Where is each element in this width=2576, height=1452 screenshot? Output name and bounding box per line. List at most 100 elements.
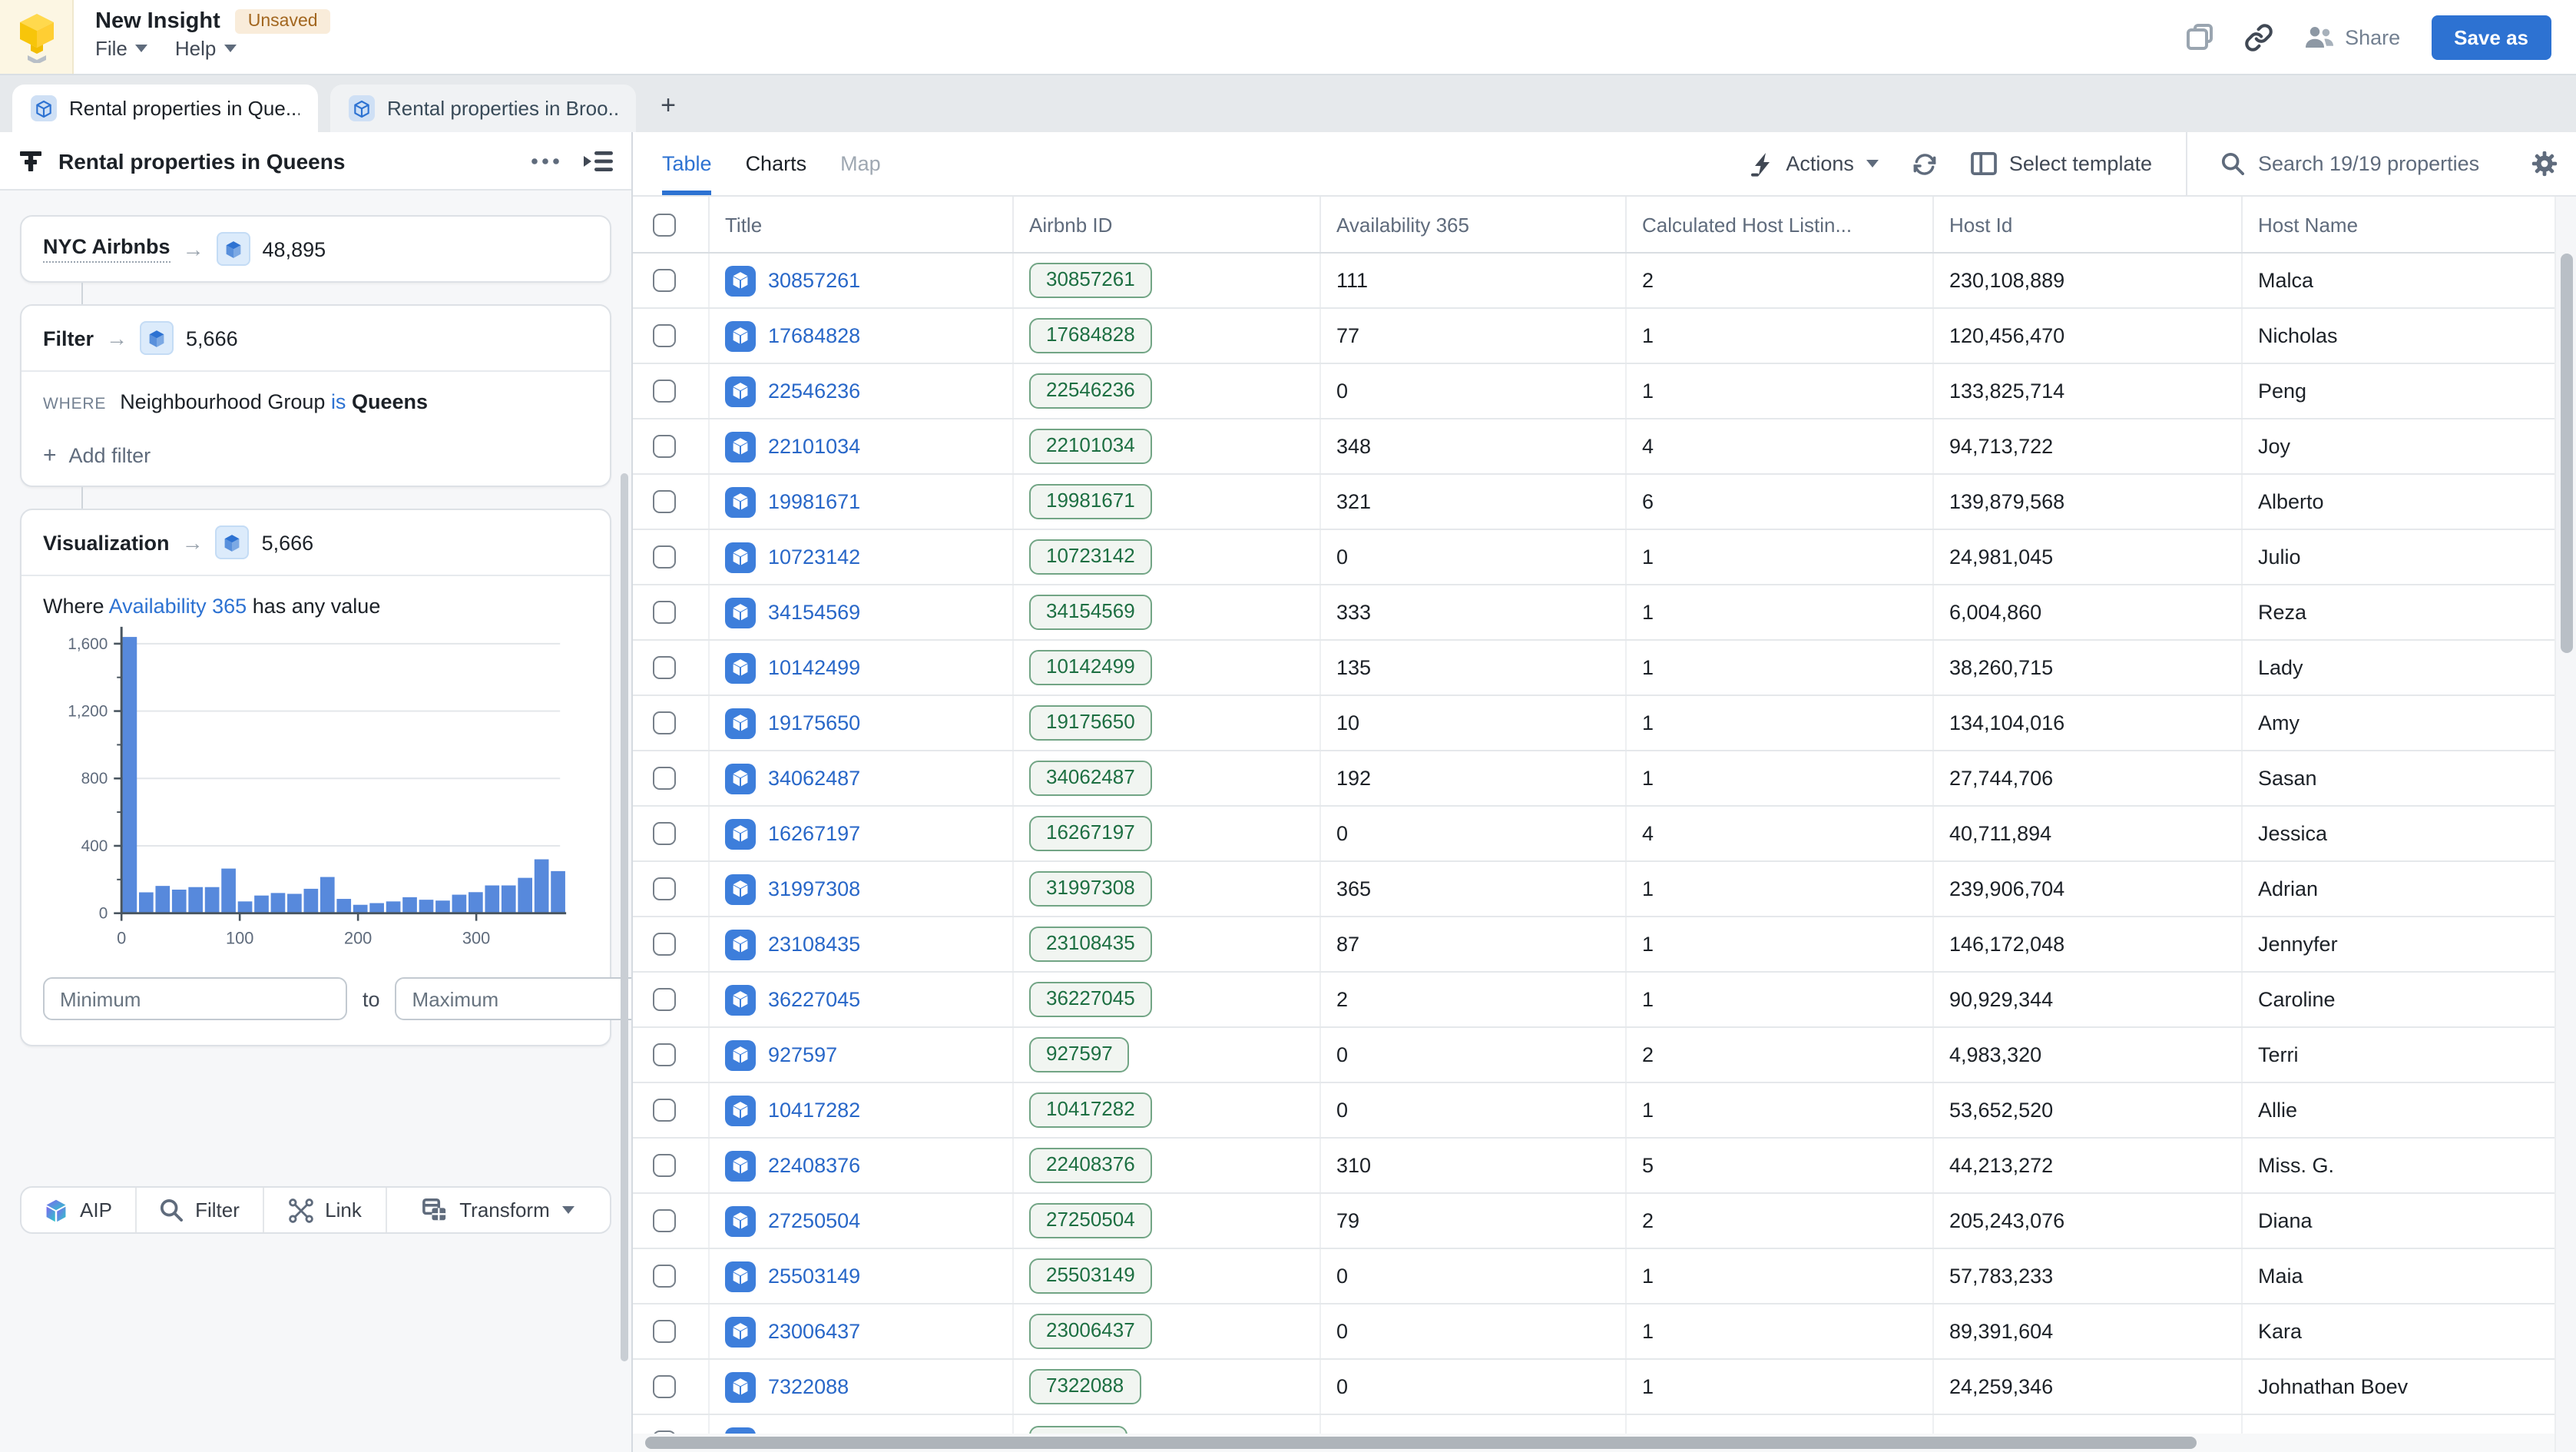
row-checkbox[interactable] bbox=[653, 1154, 676, 1177]
table-row[interactable]: 22408376 22408376 310 5 44,213,272 Miss.… bbox=[633, 1139, 2576, 1194]
file-menu[interactable]: File bbox=[95, 37, 147, 60]
copy-link-button[interactable] bbox=[2243, 22, 2273, 51]
duplicate-button[interactable] bbox=[2185, 23, 2213, 51]
horizontal-scrollbar[interactable] bbox=[633, 1434, 2554, 1452]
table-row[interactable]: 36227045 36227045 2 1 90,929,344 Carolin… bbox=[633, 973, 2576, 1028]
maximum-input[interactable] bbox=[396, 977, 631, 1020]
row-checkbox[interactable] bbox=[653, 380, 676, 403]
title-link[interactable]: 23108435 bbox=[768, 933, 860, 956]
sidebar-scrollbar[interactable] bbox=[621, 473, 628, 1361]
vertical-scrollbar[interactable] bbox=[2554, 197, 2576, 1452]
column-header-airbnb-id[interactable]: Airbnb ID bbox=[1014, 197, 1321, 252]
table-row[interactable]: 25503149 25503149 0 1 57,783,233 Maia bbox=[633, 1249, 2576, 1304]
property-search-input[interactable]: Search 19/19 properties bbox=[2221, 152, 2498, 175]
app-logo[interactable] bbox=[0, 0, 74, 74]
table-row[interactable]: 23108435 23108435 87 1 146,172,048 Jenny… bbox=[633, 917, 2576, 973]
select-all-checkbox[interactable] bbox=[653, 213, 676, 236]
source-card[interactable]: NYC Airbnbs → 48,895 bbox=[20, 215, 611, 283]
title-link[interactable]: 17684828 bbox=[768, 324, 860, 347]
row-checkbox[interactable] bbox=[653, 767, 676, 790]
save-as-button[interactable]: Save as bbox=[2431, 15, 2551, 59]
column-header-availability[interactable]: Availability 365 bbox=[1321, 197, 1627, 252]
title-link[interactable]: 30857261 bbox=[768, 269, 860, 292]
title-link[interactable]: 27250504 bbox=[768, 1209, 860, 1232]
row-checkbox[interactable] bbox=[653, 1209, 676, 1232]
table-row[interactable]: 34154569 34154569 333 1 6,004,860 Reza bbox=[633, 585, 2576, 641]
tab-rental-queens[interactable]: Rental properties in Que... bbox=[12, 85, 318, 132]
table-row[interactable]: 10417282 10417282 0 1 53,652,520 Allie bbox=[633, 1083, 2576, 1139]
table-row[interactable]: 30857261 30857261 111 2 230,108,889 Malc… bbox=[633, 254, 2576, 309]
settings-button[interactable] bbox=[2531, 151, 2558, 177]
collapse-panel-icon[interactable] bbox=[584, 150, 613, 171]
column-header-title[interactable]: Title bbox=[710, 197, 1014, 252]
actions-button[interactable]: Actions bbox=[1749, 151, 1879, 176]
tab-map[interactable]: Map bbox=[840, 132, 881, 195]
row-checkbox[interactable] bbox=[653, 1375, 676, 1398]
help-menu[interactable]: Help bbox=[175, 37, 237, 60]
title-link[interactable]: 10142499 bbox=[768, 656, 860, 679]
refresh-button[interactable] bbox=[1912, 151, 1937, 176]
transform-tool-button[interactable]: Transform bbox=[387, 1188, 610, 1232]
title-link[interactable]: 34154569 bbox=[768, 601, 860, 624]
table-row[interactable]: 927597 927597 0 2 4,983,320 Terri bbox=[633, 1028, 2576, 1083]
table-row[interactable]: 7322088 7322088 0 1 24,259,346 Johnathan… bbox=[633, 1360, 2576, 1415]
aip-button[interactable]: AIP bbox=[22, 1188, 137, 1232]
tab-table[interactable]: Table bbox=[662, 132, 712, 195]
title-link[interactable]: 7322088 bbox=[768, 1375, 849, 1398]
column-header-host-id[interactable]: Host Id bbox=[1934, 197, 2243, 252]
table-row[interactable]: 17684828 17684828 77 1 120,456,470 Nicho… bbox=[633, 309, 2576, 364]
row-checkbox[interactable] bbox=[653, 1099, 676, 1122]
column-header-host-name[interactable]: Host Name bbox=[2243, 197, 2576, 252]
row-checkbox[interactable] bbox=[653, 933, 676, 956]
add-filter-button[interactable]: + Add filter bbox=[22, 419, 610, 486]
minimum-input[interactable] bbox=[43, 977, 347, 1020]
row-checkbox[interactable] bbox=[653, 822, 676, 845]
tab-rental-brooklyn[interactable]: Rental properties in Broo... bbox=[330, 85, 636, 132]
table-row[interactable]: 19175650 19175650 10 1 134,104,016 Amy bbox=[633, 696, 2576, 751]
title-link[interactable]: 34062487 bbox=[768, 767, 860, 790]
visualization-card[interactable]: Visualization → 5,666 Wh bbox=[20, 509, 611, 1046]
horizontal-scrollbar-thumb[interactable] bbox=[645, 1437, 2197, 1449]
column-header-calc-host-listings[interactable]: Calculated Host Listin... bbox=[1627, 197, 1934, 252]
tab-charts[interactable]: Charts bbox=[746, 132, 807, 195]
table-row[interactable]: 10142499 10142499 135 1 38,260,715 Lady bbox=[633, 641, 2576, 696]
table-row[interactable]: 34062487 34062487 192 1 27,744,706 Sasan bbox=[633, 751, 2576, 807]
title-link[interactable]: 16267197 bbox=[768, 822, 860, 845]
row-checkbox[interactable] bbox=[653, 269, 676, 292]
title-link[interactable]: 31997308 bbox=[768, 877, 860, 900]
add-tab-button[interactable]: + bbox=[645, 85, 691, 132]
title-link[interactable]: 927597 bbox=[768, 1043, 837, 1066]
select-template-button[interactable]: Select template bbox=[1971, 152, 2152, 175]
row-checkbox[interactable] bbox=[653, 877, 676, 900]
title-link[interactable]: 19981671 bbox=[768, 490, 860, 513]
table-row[interactable]: 22101034 22101034 348 4 94,713,722 Joy bbox=[633, 419, 2576, 475]
row-checkbox[interactable] bbox=[653, 435, 676, 458]
row-checkbox[interactable] bbox=[653, 1265, 676, 1288]
row-checkbox[interactable] bbox=[653, 490, 676, 513]
share-button[interactable]: Share bbox=[2303, 25, 2400, 49]
row-checkbox[interactable] bbox=[653, 545, 676, 569]
title-link[interactable]: 10723142 bbox=[768, 545, 860, 569]
table-row[interactable]: 27250504 27250504 79 2 205,243,076 Diana bbox=[633, 1194, 2576, 1249]
filter-card[interactable]: Filter → 5,666 WHERE bbox=[20, 304, 611, 487]
filter-tool-button[interactable]: Filter bbox=[137, 1188, 264, 1232]
title-link[interactable]: 23006437 bbox=[768, 1320, 860, 1343]
row-checkbox[interactable] bbox=[653, 711, 676, 734]
more-options-icon[interactable] bbox=[531, 157, 559, 164]
availability-histogram[interactable]: 04008001,2001,6000100200300 bbox=[28, 621, 599, 974]
table-row[interactable]: 31997308 31997308 365 1 239,906,704 Adri… bbox=[633, 862, 2576, 917]
row-checkbox[interactable] bbox=[653, 988, 676, 1011]
filter-clause[interactable]: Neighbourhood Group is Queens bbox=[120, 390, 428, 413]
vertical-scrollbar-thumb[interactable] bbox=[2561, 254, 2573, 653]
title-link[interactable]: 22546236 bbox=[768, 380, 860, 403]
table-row[interactable]: 19981671 19981671 321 6 139,879,568 Albe… bbox=[633, 475, 2576, 530]
source-name[interactable]: NYC Airbnbs bbox=[43, 235, 171, 263]
row-checkbox[interactable] bbox=[653, 1043, 676, 1066]
row-checkbox[interactable] bbox=[653, 324, 676, 347]
title-link[interactable]: 10417282 bbox=[768, 1099, 860, 1122]
row-checkbox[interactable] bbox=[653, 656, 676, 679]
table-row[interactable]: 10723142 10723142 0 1 24,981,045 Julio bbox=[633, 530, 2576, 585]
field-link[interactable]: Availability 365 bbox=[109, 595, 247, 618]
table-row[interactable]: 16267197 16267197 0 4 40,711,894 Jessica bbox=[633, 807, 2576, 862]
link-tool-button[interactable]: Link bbox=[264, 1188, 387, 1232]
